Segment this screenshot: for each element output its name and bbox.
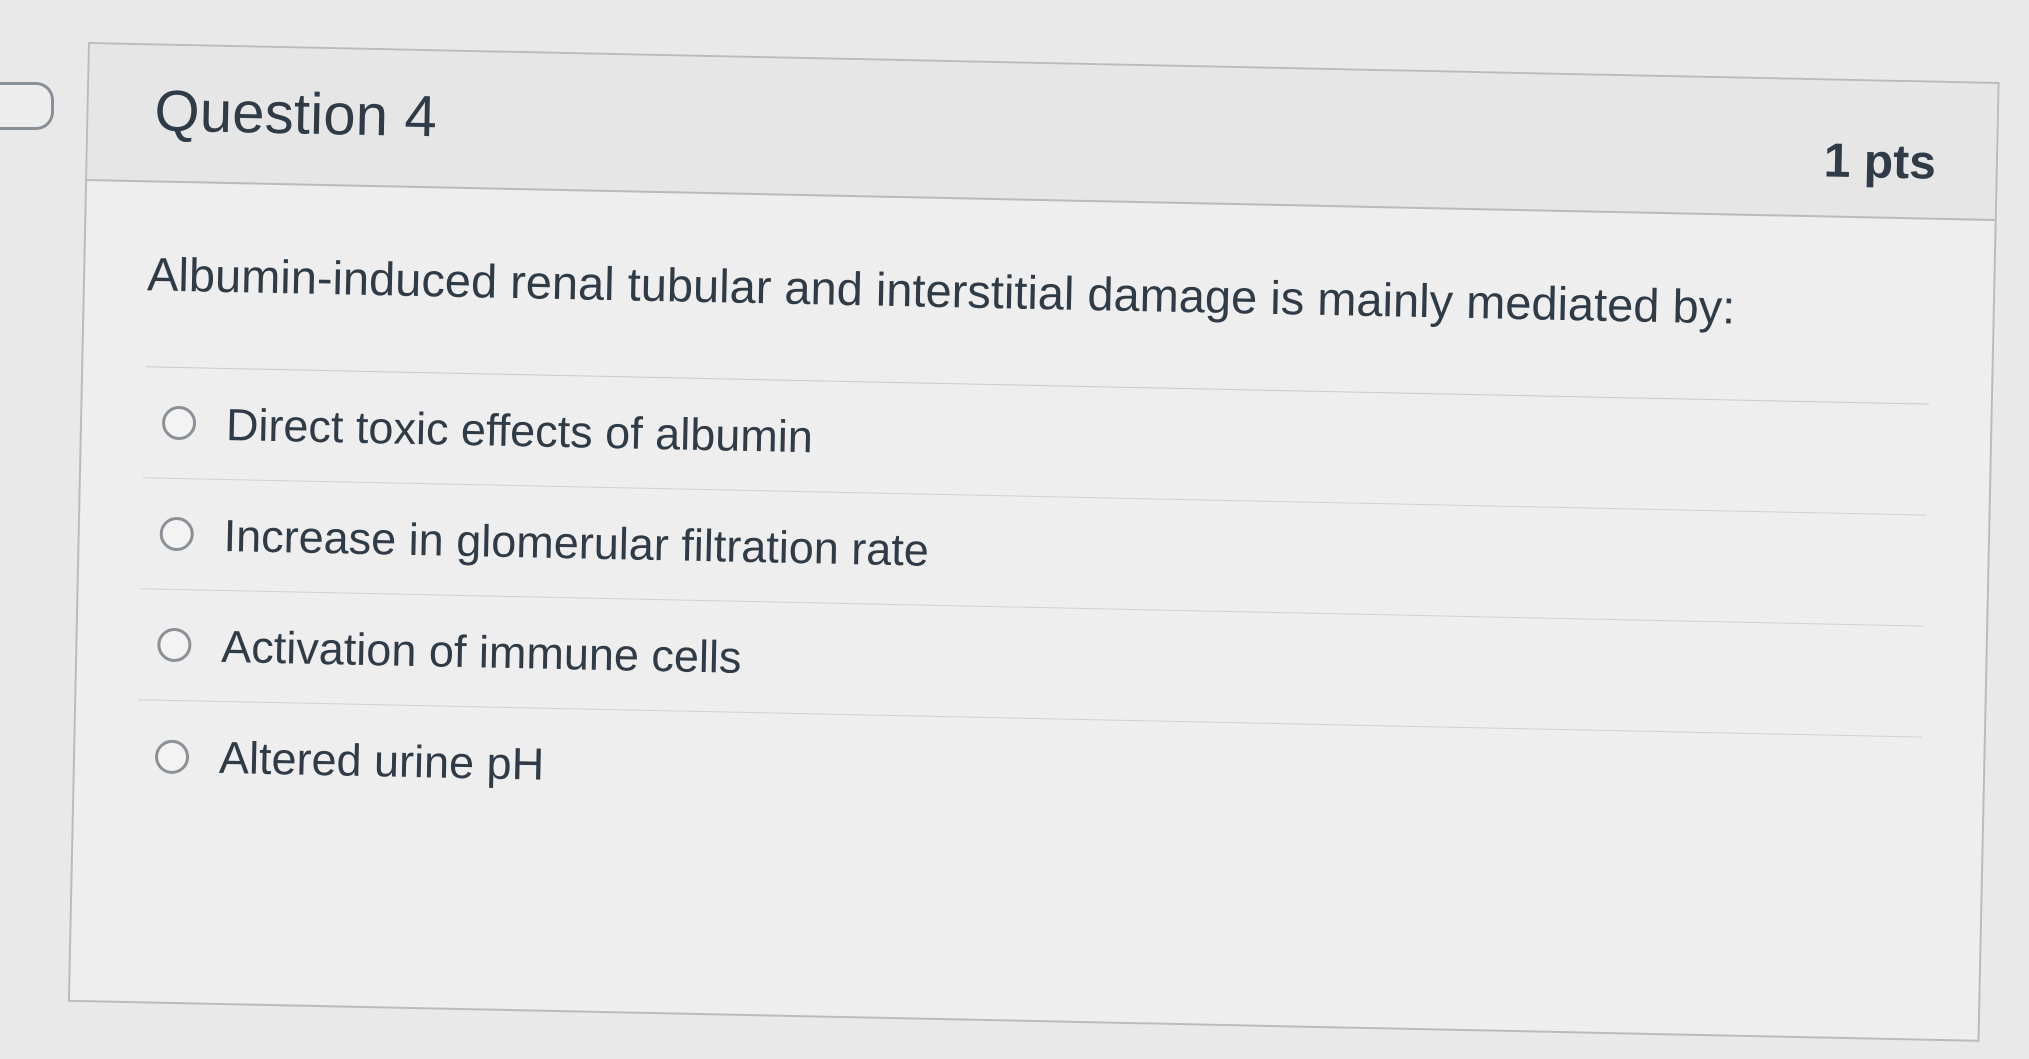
radio-button-icon[interactable] <box>161 405 197 441</box>
question-flag-icon[interactable] <box>0 82 54 130</box>
question-points: 1 pts <box>1823 134 1937 190</box>
question-title: Question 4 <box>153 78 438 150</box>
answer-label[interactable]: Increase in glomerular filtration rate <box>223 509 929 575</box>
radio-button-icon[interactable] <box>154 739 190 774</box>
answer-label[interactable]: Altered urine pH <box>219 732 545 790</box>
answer-list: Direct toxic effects of albumin Increase… <box>136 367 1929 848</box>
answer-label[interactable]: Activation of immune cells <box>221 620 742 682</box>
question-body: Albumin-induced renal tubular and inters… <box>74 181 1995 850</box>
question-text: Albumin-induced renal tubular and inters… <box>145 182 1933 405</box>
question-card: Question 4 1 pts Albumin-induced renal t… <box>67 42 2000 1042</box>
answer-label[interactable]: Direct toxic effects of albumin <box>225 398 813 461</box>
radio-button-icon[interactable] <box>157 627 192 663</box>
radio-button-icon[interactable] <box>159 516 195 552</box>
